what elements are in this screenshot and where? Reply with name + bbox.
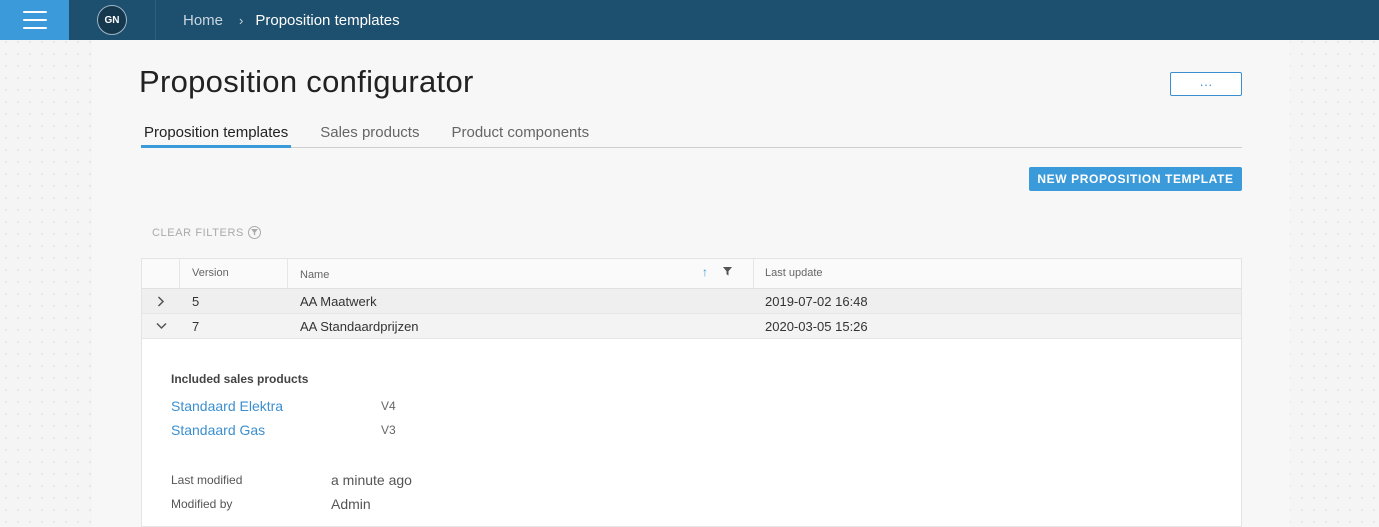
page-title: Proposition configurator [139,64,474,99]
breadcrumb: Home › Proposition templates [183,12,400,29]
cell-version: 5 [192,293,200,309]
tab-proposition-templates[interactable]: Proposition templates [141,122,292,148]
menu-button[interactable] [0,0,69,40]
chevron-right-icon[interactable] [142,289,180,313]
cell-version: 7 [192,318,200,334]
cell-last-update: 2019-07-02 16:48 [765,293,868,309]
modified-by-label: Modified by [171,497,233,511]
table-header: Version Name ↑ Last update [142,259,1241,289]
chevron-right-icon: › [239,12,244,28]
chevron-down-icon[interactable] [142,314,180,338]
tab-bar: Proposition templates Sales products Pro… [141,122,1242,148]
breadcrumb-home-link[interactable]: Home [183,12,223,29]
arrow-up-icon[interactable]: ↑ [702,265,708,279]
hamburger-icon [22,11,47,29]
top-bar: GN Home › Proposition templates [0,0,1379,40]
column-header-name-label: Name [300,269,330,281]
proposition-templates-table: Version Name ↑ Last update 5 AA Maatwerk… [141,258,1242,527]
list-item: Standaard Elektra V4 [171,394,1241,418]
sales-product-version: V4 [381,399,396,413]
filter-circle-icon [247,226,261,239]
included-sales-products-heading: Included sales products [171,372,309,386]
more-options-button[interactable]: ··· [1170,72,1242,96]
last-modified-value: a minute ago [331,472,412,488]
sales-product-link[interactable]: Standaard Elektra [171,398,381,414]
cell-name: AA Maatwerk [300,293,377,309]
sales-product-link[interactable]: Standaard Gas [171,422,381,438]
column-header-last-update[interactable]: Last update [754,259,1241,288]
modification-info: Last modified a minute ago Modified by A… [171,468,1241,516]
last-modified-label: Last modified [171,473,243,487]
cell-name: AA Standaardprijzen [300,318,419,334]
tab-product-components[interactable]: Product components [448,122,592,148]
avatar[interactable]: GN [97,5,127,35]
column-header-name[interactable]: Name ↑ [288,259,754,288]
table-row[interactable]: 7 AA Standaardprijzen 2020-03-05 15:26 [142,314,1241,339]
modified-by-value: Admin [331,496,371,512]
list-item: Standaard Gas V3 [171,418,1241,442]
column-header-version[interactable]: Version [180,259,288,288]
cell-last-update: 2020-03-05 15:26 [765,318,868,334]
main-panel: Proposition configurator ··· Proposition… [92,40,1290,527]
expand-column-header [142,259,180,288]
clear-filters-label: CLEAR FILTERS [152,226,244,239]
new-proposition-template-button[interactable]: NEW PROPOSITION TEMPLATE [1029,167,1242,191]
row-detail-panel: Included sales products Standaard Elektr… [142,339,1241,527]
clear-filters-button[interactable]: CLEAR FILTERS [152,226,261,239]
breadcrumb-current: Proposition templates [255,11,400,29]
avatar-container: GN [69,0,156,40]
sales-product-version: V3 [381,423,396,437]
filter-icon[interactable] [723,267,732,279]
table-row[interactable]: 5 AA Maatwerk 2019-07-02 16:48 [142,289,1241,314]
tab-sales-products[interactable]: Sales products [317,122,422,148]
